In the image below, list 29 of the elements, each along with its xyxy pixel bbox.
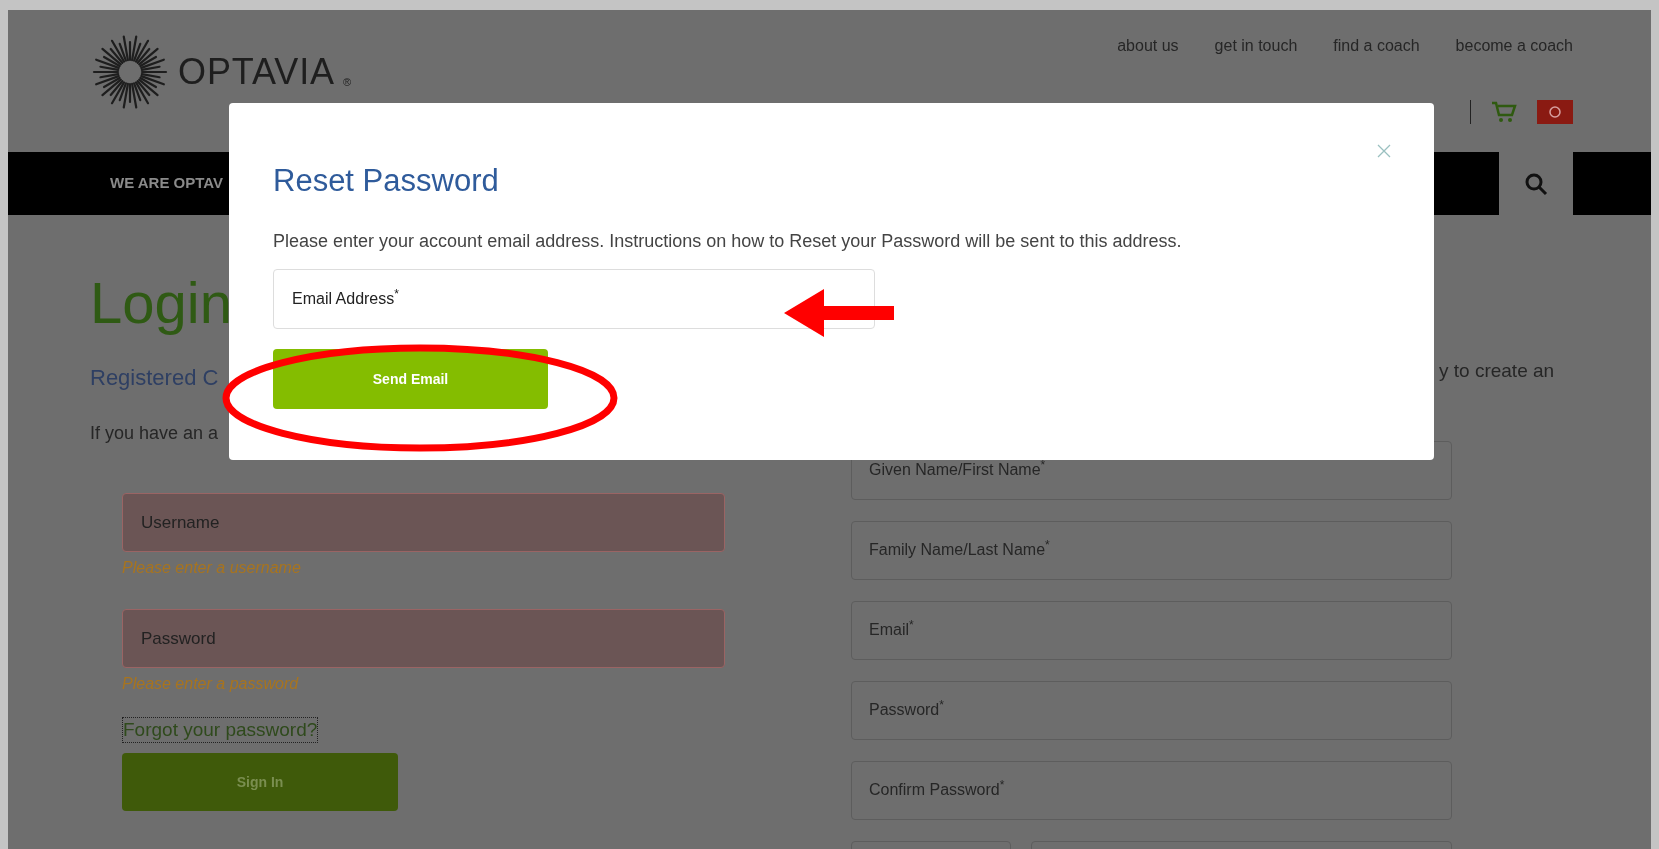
header-link[interactable]: about us [1117, 34, 1179, 58]
header-link[interactable]: find a coach [1333, 34, 1420, 58]
dialog-title: Reset Password [273, 162, 500, 200]
sunburst-logo-icon [90, 32, 170, 112]
input-field[interactable]: Email$^{*}$ [851, 600, 1452, 660]
error-message: Please enter a password [122, 674, 300, 694]
section-heading: Registered C [90, 364, 219, 392]
registered-mark: ® [343, 74, 352, 90]
dialog-description: Please enter your account email address. Instructions on how to Reset your Password will be sent to this address. [273, 230, 1183, 253]
nav-link[interactable]: WE ARE OPTAV [110, 172, 224, 195]
close-icon [1377, 144, 1391, 158]
sign-in-button[interactable]: Sign In [122, 753, 398, 811]
input-field[interactable]: Family Name/Last Name$^{*}$ [851, 520, 1452, 580]
cart-icon[interactable] [1491, 101, 1517, 123]
flag-icon[interactable] [1537, 100, 1573, 124]
brand-name: OPTAVIA [178, 50, 335, 94]
input-field[interactable]: Password [122, 609, 725, 668]
input-field[interactable]: Password$^{*}$ [851, 680, 1452, 740]
intro-text: y to create an [1439, 359, 1556, 383]
header-link[interactable]: become a coach [1455, 34, 1573, 58]
header-link[interactable]: get in touch [1214, 34, 1298, 58]
input-field[interactable]: Confirm Password$^{*}$ [851, 760, 1452, 820]
input-field[interactable]: Username [122, 493, 725, 552]
error-message: Please enter a username [122, 558, 302, 578]
forgot-password-link[interactable]: Forgot your password? [122, 717, 319, 743]
send-email-button[interactable]: Send Email [273, 349, 548, 409]
page-title: Login [90, 269, 232, 337]
search-icon [1524, 171, 1548, 196]
intro-text: If you have an a [90, 422, 219, 445]
